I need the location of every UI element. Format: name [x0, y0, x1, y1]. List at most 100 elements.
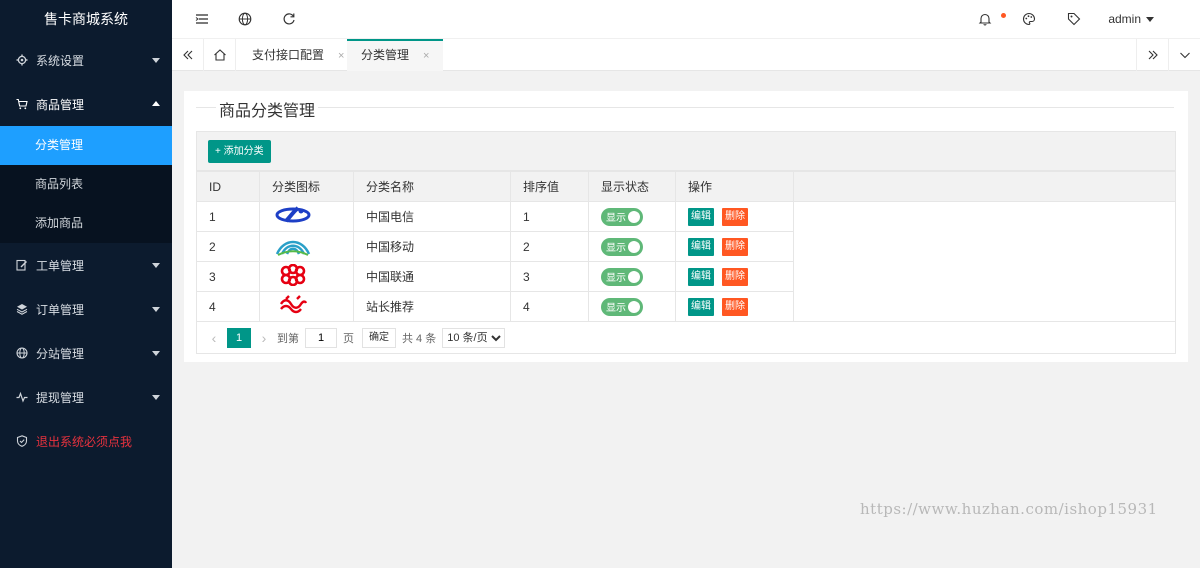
tab-label: 支付接口配置 [252, 48, 325, 62]
table-header-filler [794, 172, 1175, 202]
telecom-logo-icon [274, 205, 312, 228]
table-row: 1 中国电信 1 显示 编辑 删除 [196, 201, 794, 232]
tab-bar: 支付接口配置 × 分类管理 × [172, 39, 1200, 71]
chevron-down-icon [152, 58, 160, 63]
top-header: admin [172, 0, 1200, 39]
sidebar-item-system-settings[interactable]: 系统设置 [0, 38, 172, 82]
column-header-actions[interactable]: 操作 [675, 171, 794, 202]
category-table: ID 分类图标 分类名称 排序值 显示状态 操作 1 中国电信 1 显示 编辑 … [196, 171, 794, 322]
delete-button[interactable]: 删除 [722, 297, 748, 316]
chevron-down-icon [152, 351, 160, 356]
bell-icon[interactable] [977, 11, 993, 27]
sidebar-item-label: 商品管理 [36, 97, 85, 112]
cell-name: 中国联通 [353, 261, 511, 292]
cell-id: 4 [196, 291, 260, 322]
tag-icon[interactable] [1066, 11, 1082, 27]
tabs-scroll-right-icon[interactable] [1136, 39, 1168, 71]
tab-label: 分类管理 [361, 48, 410, 62]
column-header-name[interactable]: 分类名称 [353, 171, 511, 202]
cell-sort: 4 [510, 291, 589, 322]
submenu-product: 分类管理 商品列表 添加商品 [0, 126, 172, 243]
delete-button[interactable]: 删除 [722, 207, 748, 226]
refresh-icon[interactable] [281, 11, 297, 27]
status-label: 显示 [606, 303, 626, 314]
sidebar-item-withdraw-management[interactable]: 提现管理 [0, 375, 172, 419]
total-count: 共 4 条 [402, 332, 437, 345]
goto-confirm-button[interactable]: 确定 [362, 327, 396, 348]
status-toggle[interactable]: 显示 [601, 267, 643, 286]
edit-button[interactable]: 编辑 [688, 207, 714, 226]
cell-icon [259, 201, 354, 232]
page-size-select[interactable]: 10 条/页 [442, 327, 506, 348]
globe-icon[interactable] [237, 11, 253, 27]
next-page-chevron-right-icon[interactable]: › [255, 330, 273, 346]
cell-status: 显示 [588, 291, 676, 322]
sidebar-item-substation-management[interactable]: 分站管理 [0, 331, 172, 375]
column-header-sort[interactable]: 排序值 [510, 171, 589, 202]
edit-icon [16, 259, 28, 271]
add-category-button[interactable]: + 添加分类 [208, 140, 271, 163]
cell-actions: 编辑 删除 [675, 261, 794, 292]
sidebar-item-product-management[interactable]: 商品管理 [0, 82, 172, 126]
sidebar-item-order-management[interactable]: 订单管理 [0, 287, 172, 331]
tab-payment-config[interactable]: 支付接口配置 × [238, 39, 358, 71]
sidebar-item-label: 系统设置 [36, 53, 85, 68]
sidebar-item-ticket-management[interactable]: 工单管理 [0, 243, 172, 287]
cell-id: 1 [196, 201, 260, 232]
sidebar-item-label: 提现管理 [36, 390, 85, 405]
gear-icon [16, 54, 28, 66]
mobile-logo-icon [274, 234, 312, 259]
prev-page-chevron-left-icon[interactable]: ‹ [205, 330, 223, 346]
current-page[interactable]: 1 [227, 327, 251, 348]
recommend-logo-icon [278, 294, 308, 319]
goto-label: 到第 [277, 332, 299, 345]
chevron-down-icon [152, 307, 160, 312]
column-header-icon[interactable]: 分类图标 [259, 171, 354, 202]
table-toolbar: + 添加分类 [196, 131, 1176, 171]
close-icon[interactable]: × [338, 50, 344, 62]
unicom-logo-icon [274, 263, 312, 289]
user-menu[interactable]: admin [1108, 12, 1154, 26]
legend-divider [318, 107, 1174, 108]
edit-button[interactable]: 编辑 [688, 267, 714, 286]
cell-id: 3 [196, 261, 260, 292]
cell-icon [259, 291, 354, 322]
page-suffix: 页 [343, 332, 354, 345]
cell-icon [259, 231, 354, 262]
toggle-knob [628, 300, 640, 313]
chevron-down-icon [152, 263, 160, 268]
close-icon[interactable]: × [423, 50, 429, 62]
page-title: 商品分类管理 [219, 103, 316, 120]
sidebar-subitem-category[interactable]: 分类管理 [0, 126, 172, 165]
cell-id: 2 [196, 231, 260, 262]
status-toggle[interactable]: 显示 [601, 207, 643, 226]
tabs-menu-chevron-down-icon[interactable] [1168, 39, 1200, 71]
home-tab-icon[interactable] [204, 39, 236, 71]
cell-sort: 3 [510, 261, 589, 292]
edit-button[interactable]: 编辑 [688, 297, 714, 316]
table-row: 3 中国联通 3 显示 编辑 删除 [196, 261, 794, 292]
sidebar-item-logout[interactable]: 退出系统必须点我 [0, 419, 172, 463]
tab-category-management[interactable]: 分类管理 × [347, 39, 444, 71]
cell-status: 显示 [588, 231, 676, 262]
delete-button[interactable]: 删除 [722, 237, 748, 256]
sidebar-subitem-add-product[interactable]: 添加商品 [0, 204, 172, 243]
status-toggle[interactable]: 显示 [601, 297, 643, 316]
menu-toggle-icon[interactable] [194, 11, 210, 27]
column-header-status[interactable]: 显示状态 [588, 171, 676, 202]
table-row: 2 中国移动 2 显示 编辑 删除 [196, 231, 794, 262]
delete-button[interactable]: 删除 [722, 267, 748, 286]
status-toggle[interactable]: 显示 [601, 237, 643, 256]
toggle-knob [628, 270, 640, 283]
palette-icon[interactable] [1021, 11, 1037, 27]
tabs-scroll-left-icon[interactable] [172, 39, 204, 71]
caret-down-icon [1146, 17, 1154, 23]
sidebar-subitem-product-list[interactable]: 商品列表 [0, 165, 172, 204]
edit-button[interactable]: 编辑 [688, 237, 714, 256]
goto-page-input[interactable] [305, 327, 337, 348]
cell-sort: 2 [510, 231, 589, 262]
column-header-id[interactable]: ID [196, 171, 260, 202]
layers-icon [16, 303, 28, 315]
cell-status: 显示 [588, 201, 676, 232]
toggle-knob [628, 240, 640, 253]
